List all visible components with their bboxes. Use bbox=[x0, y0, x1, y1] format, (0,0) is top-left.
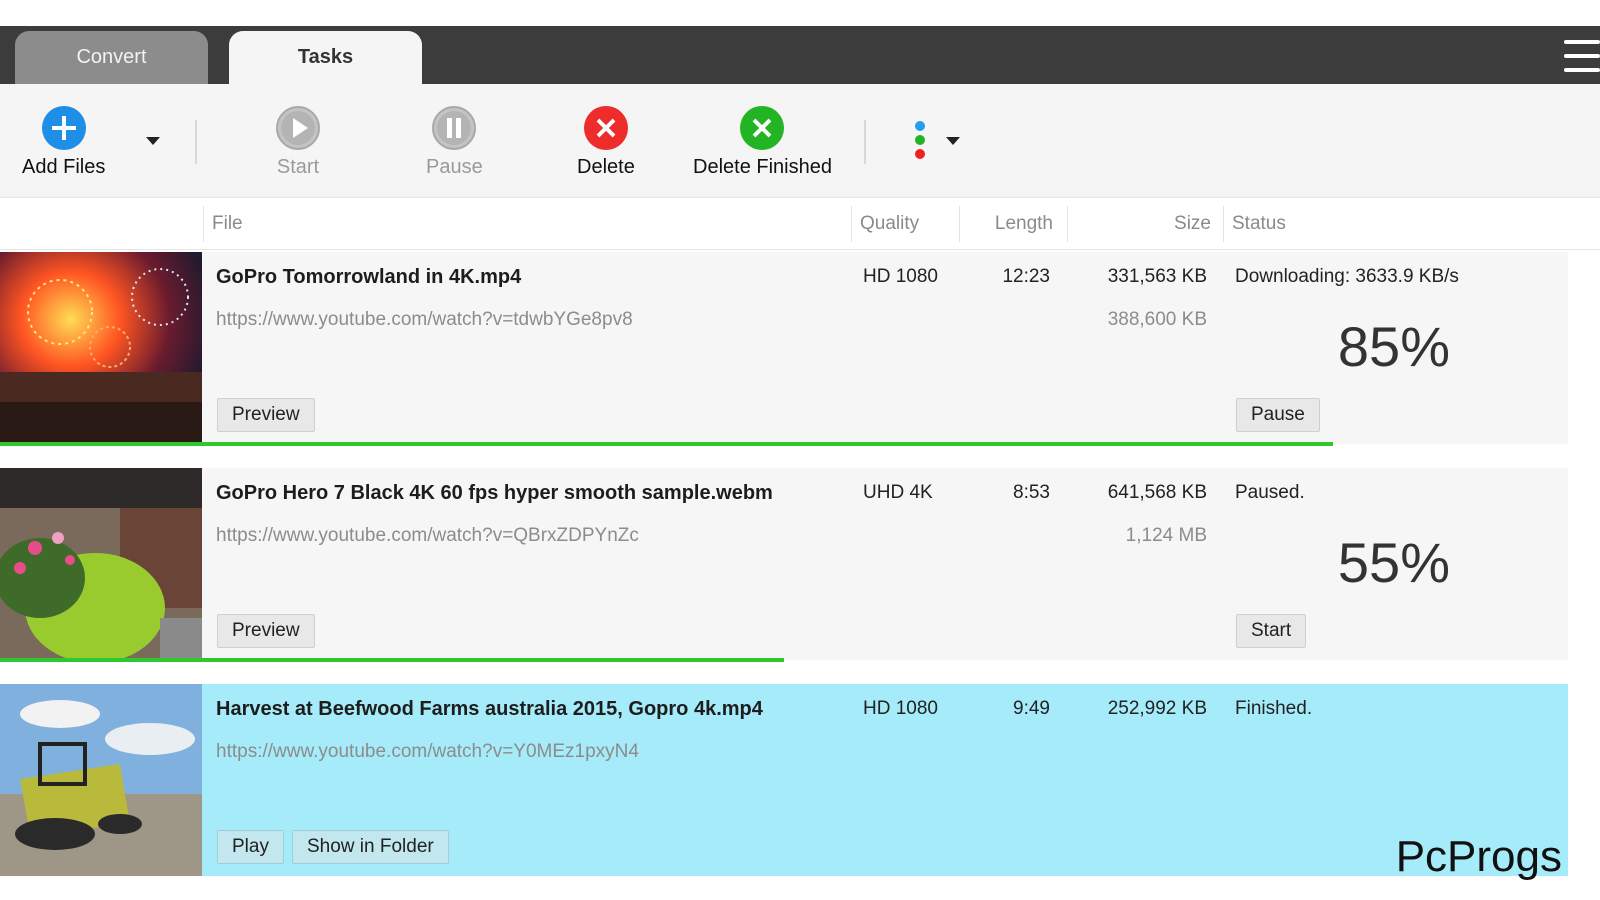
add-files-button[interactable]: Add Files bbox=[22, 106, 105, 179]
task-url: https://www.youtube.com/watch?v=Y0MEz1px… bbox=[216, 741, 639, 762]
add-files-dropdown-icon[interactable] bbox=[146, 137, 160, 145]
task-row[interactable]: Harvest at Beefwood Farms australia 2015… bbox=[0, 684, 1568, 876]
start-button[interactable]: Start bbox=[276, 106, 320, 179]
tab-bar: Convert Tasks bbox=[0, 26, 1600, 84]
plus-circle-icon bbox=[41, 106, 86, 150]
task-file-name: Harvest at Beefwood Farms australia 2015… bbox=[216, 698, 763, 720]
column-header: File Quality Length Size Status bbox=[0, 198, 1600, 250]
column-file[interactable]: File bbox=[203, 206, 851, 242]
tab-convert[interactable]: Convert bbox=[15, 31, 208, 84]
task-status: Finished. bbox=[1235, 698, 1313, 719]
watermark: PcProgs bbox=[1395, 832, 1562, 881]
toolbar-separator bbox=[864, 120, 866, 164]
task-quality: HD 1080 bbox=[863, 266, 938, 287]
task-quality: HD 1080 bbox=[863, 698, 938, 719]
column-length[interactable]: Length bbox=[959, 206, 1067, 242]
column-status[interactable]: Status bbox=[1223, 206, 1423, 242]
progress-bar bbox=[0, 658, 784, 662]
show-in-folder-button[interactable]: Show in Folder bbox=[292, 830, 449, 864]
delete-label: Delete bbox=[577, 156, 635, 178]
play-button[interactable]: Play bbox=[217, 830, 284, 864]
pause-task-button[interactable]: Pause bbox=[1236, 398, 1320, 432]
task-status: Paused. bbox=[1235, 482, 1305, 503]
task-total-size: 388,600 KB bbox=[1107, 309, 1207, 330]
column-size[interactable]: Size bbox=[1067, 206, 1223, 242]
pause-label: Pause bbox=[426, 156, 483, 178]
video-thumbnail bbox=[0, 468, 202, 660]
start-label: Start bbox=[276, 156, 320, 178]
task-row[interactable]: GoPro Tomorrowland in 4K.mp4 https://www… bbox=[0, 252, 1568, 446]
task-row[interactable]: GoPro Hero 7 Black 4K 60 fps hyper smoot… bbox=[0, 468, 1568, 662]
delete-finished-x-icon bbox=[740, 106, 785, 150]
column-quality[interactable]: Quality bbox=[851, 206, 959, 242]
task-url: https://www.youtube.com/watch?v=tdwbYGe8… bbox=[216, 309, 633, 330]
task-status: Downloading: 3633.9 KB/s bbox=[1235, 266, 1459, 287]
task-length: 9:49 bbox=[1013, 698, 1050, 719]
task-length: 8:53 bbox=[1013, 482, 1050, 503]
task-size: 252,992 KB bbox=[1107, 698, 1207, 719]
task-total-size: 1,124 MB bbox=[1125, 525, 1207, 546]
task-percent: 55% bbox=[1337, 531, 1450, 594]
tab-tasks[interactable]: Tasks bbox=[229, 31, 422, 84]
toolbar-separator bbox=[195, 120, 197, 164]
pause-button[interactable]: Pause bbox=[426, 106, 483, 179]
preview-button[interactable]: Preview bbox=[217, 614, 315, 648]
status-filter-dots-icon[interactable] bbox=[915, 121, 925, 163]
task-size: 641,568 KB bbox=[1107, 482, 1207, 503]
status-filter-dropdown-icon[interactable] bbox=[946, 137, 960, 145]
add-files-label: Add Files bbox=[22, 156, 106, 178]
task-file-name: GoPro Hero 7 Black 4K 60 fps hyper smoot… bbox=[216, 482, 773, 504]
hamburger-menu-icon[interactable] bbox=[1564, 40, 1600, 72]
window-top-strip bbox=[0, 0, 1600, 26]
task-size: 331,563 KB bbox=[1107, 266, 1207, 287]
progress-bar bbox=[0, 442, 1333, 446]
task-length: 12:23 bbox=[1002, 266, 1050, 287]
play-icon bbox=[276, 106, 320, 150]
pause-icon bbox=[432, 106, 477, 150]
toolbar: Add Files Start Pause Delete Delete Fini… bbox=[0, 84, 1600, 198]
delete-finished-label: Delete Finished bbox=[693, 156, 832, 178]
task-url: https://www.youtube.com/watch?v=QBrxZDPY… bbox=[216, 525, 639, 546]
delete-button[interactable]: Delete bbox=[577, 106, 635, 179]
video-thumbnail bbox=[0, 252, 202, 444]
start-task-button[interactable]: Start bbox=[1236, 614, 1307, 648]
task-quality: UHD 4K bbox=[863, 482, 933, 503]
delete-finished-button[interactable]: Delete Finished bbox=[693, 106, 832, 179]
video-thumbnail bbox=[0, 684, 202, 876]
delete-x-icon bbox=[583, 106, 628, 150]
preview-button[interactable]: Preview bbox=[217, 398, 315, 432]
task-percent: 85% bbox=[1337, 315, 1450, 378]
task-file-name: GoPro Tomorrowland in 4K.mp4 bbox=[216, 266, 522, 288]
